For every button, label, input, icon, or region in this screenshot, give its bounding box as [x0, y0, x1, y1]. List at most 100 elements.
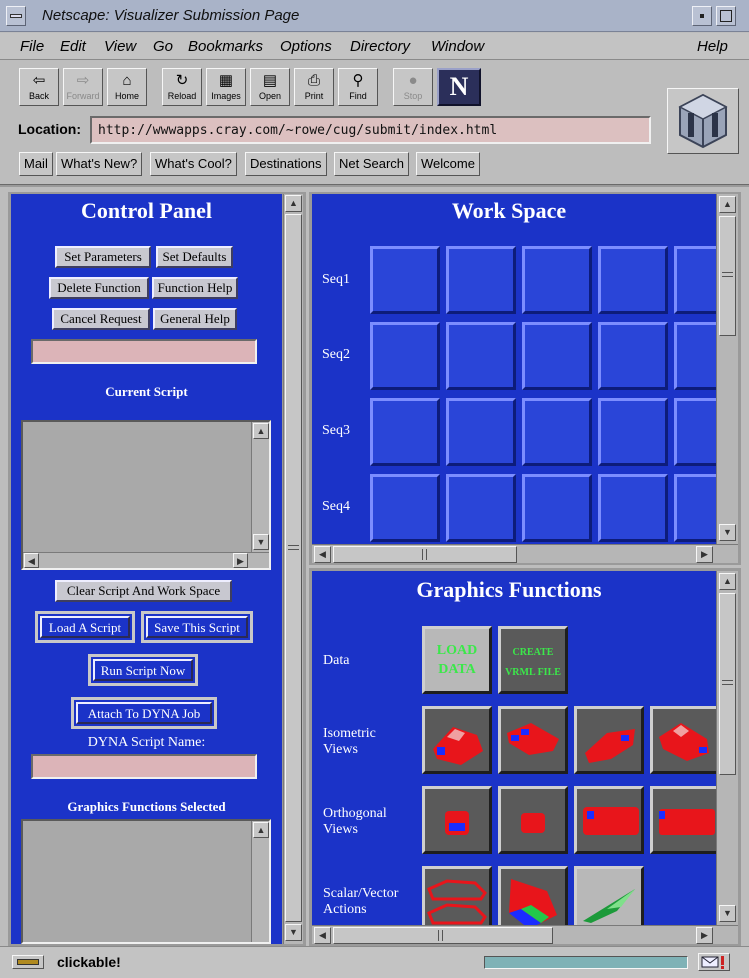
set-defaults-button[interactable]: Set Defaults [156, 246, 233, 268]
scroll-thumb[interactable] [333, 927, 553, 944]
top-view-tile[interactable] [574, 786, 644, 854]
work-space-vertical-scrollbar[interactable]: ▲ ▼ [716, 194, 738, 544]
function-help-button[interactable]: Function Help [152, 277, 238, 299]
scroll-left-arrow-icon[interactable]: ◀ [314, 546, 331, 563]
net-search-button[interactable]: Net Search [334, 152, 410, 176]
destinations-button[interactable]: Destinations [245, 152, 327, 176]
vector-plot-tile[interactable] [574, 866, 644, 925]
work-cell[interactable] [370, 246, 440, 314]
script-vertical-scrollbar[interactable]: ▲ ▼ [251, 422, 269, 552]
parameter-input[interactable] [31, 339, 257, 364]
scroll-thumb[interactable] [333, 546, 517, 563]
scroll-up-arrow-icon[interactable]: ▲ [285, 195, 302, 212]
clear-script-button[interactable]: Clear Script And Work Space [55, 580, 232, 602]
work-cell[interactable] [522, 398, 592, 466]
work-cell[interactable] [674, 398, 716, 466]
isometric-view-3-tile[interactable] [574, 706, 644, 774]
load-script-button[interactable]: Load A Script [35, 611, 135, 643]
scroll-down-arrow-icon[interactable]: ▼ [719, 905, 736, 922]
work-cell[interactable] [598, 398, 668, 466]
work-cell[interactable] [522, 322, 592, 390]
work-cell[interactable] [370, 474, 440, 542]
menu-options[interactable]: Options [280, 38, 332, 55]
menu-directory[interactable]: Directory [350, 38, 410, 55]
front-view-tile[interactable] [422, 786, 492, 854]
work-cell[interactable] [370, 322, 440, 390]
dyna-script-name-input[interactable] [31, 754, 257, 779]
menu-help[interactable]: Help [697, 38, 728, 55]
scroll-up-arrow-icon[interactable]: ▲ [253, 822, 269, 838]
scroll-right-arrow-icon[interactable]: ▶ [696, 546, 713, 563]
security-key-icon[interactable] [12, 955, 44, 969]
window-menu-icon[interactable] [6, 6, 26, 26]
work-cell[interactable] [674, 246, 716, 314]
menu-view[interactable]: View [104, 38, 136, 55]
work-cell[interactable] [446, 474, 516, 542]
location-url-input[interactable]: http://wwwapps.cray.com/~rowe/cug/submit… [90, 116, 651, 144]
menu-window[interactable]: Window [431, 38, 484, 55]
back-button[interactable]: ⇦ Back [19, 68, 59, 106]
forward-button[interactable]: ⇨ Forward [63, 68, 103, 106]
scroll-up-arrow-icon[interactable]: ▲ [253, 423, 269, 439]
work-cell[interactable] [522, 246, 592, 314]
work-cell[interactable] [446, 398, 516, 466]
graphics-selected-textarea[interactable]: ▲ [21, 819, 271, 944]
create-vrml-tile[interactable]: CREATE VRML FILE [498, 626, 568, 694]
reload-button[interactable]: ↻ Reload [162, 68, 202, 106]
scroll-right-arrow-icon[interactable]: ▶ [233, 553, 248, 568]
work-cell[interactable] [598, 246, 668, 314]
script-horizontal-scrollbar[interactable]: ◀ ▶ [23, 552, 269, 568]
menu-edit[interactable]: Edit [60, 38, 86, 55]
cancel-request-button[interactable]: Cancel Request [52, 308, 150, 330]
general-help-button[interactable]: General Help [153, 308, 237, 330]
scroll-right-arrow-icon[interactable]: ▶ [696, 927, 713, 944]
maximize-icon[interactable] [716, 6, 736, 26]
work-cell[interactable] [674, 474, 716, 542]
menu-bookmarks[interactable]: Bookmarks [188, 38, 263, 55]
home-button[interactable]: ⌂ Home [107, 68, 147, 106]
whats-new-button[interactable]: What's New? [56, 152, 143, 176]
scroll-left-arrow-icon[interactable]: ◀ [24, 553, 39, 568]
delete-function-button[interactable]: Delete Function [49, 277, 149, 299]
scroll-up-arrow-icon[interactable]: ▲ [719, 196, 736, 213]
work-cell[interactable] [446, 246, 516, 314]
welcome-button[interactable]: Welcome [416, 152, 480, 176]
fringe-plot-tile[interactable] [498, 866, 568, 925]
work-cell[interactable] [446, 322, 516, 390]
isometric-view-4-tile[interactable] [650, 706, 716, 774]
selected-vertical-scrollbar[interactable]: ▲ [251, 821, 269, 942]
load-data-tile[interactable]: LOAD DATA [422, 626, 492, 694]
save-script-button[interactable]: Save This Script [141, 611, 253, 643]
scroll-left-arrow-icon[interactable]: ◀ [314, 927, 331, 944]
scroll-down-arrow-icon[interactable]: ▼ [719, 524, 736, 541]
work-cell[interactable] [598, 474, 668, 542]
scroll-down-arrow-icon[interactable]: ▼ [285, 924, 302, 941]
control-panel-scrollbar[interactable]: ▲ ▼ [283, 194, 303, 944]
rear-view-tile[interactable] [498, 786, 568, 854]
mail-button[interactable]: Mail [19, 152, 53, 176]
set-parameters-button[interactable]: Set Parameters [55, 246, 151, 268]
work-cell[interactable] [674, 322, 716, 390]
print-button[interactable]: ⎙ Print [294, 68, 334, 106]
scroll-thumb[interactable] [719, 593, 736, 775]
work-cell[interactable] [598, 322, 668, 390]
mail-envelope-icon[interactable] [698, 953, 730, 971]
open-button[interactable]: ▤ Open [250, 68, 290, 106]
attach-dyna-job-button[interactable]: Attach To DYNA Job [71, 697, 217, 729]
deformed-shape-tile[interactable] [422, 866, 492, 925]
find-button[interactable]: ⚲ Find [338, 68, 378, 106]
scroll-up-arrow-icon[interactable]: ▲ [719, 573, 736, 590]
run-script-button[interactable]: Run Script Now [88, 654, 198, 686]
graphics-vertical-scrollbar[interactable]: ▲ ▼ [716, 571, 738, 925]
menu-go[interactable]: Go [153, 38, 173, 55]
scroll-thumb[interactable] [719, 216, 736, 336]
work-cell[interactable] [522, 474, 592, 542]
graphics-horizontal-scrollbar[interactable]: ◀ ▶ [312, 925, 738, 944]
isometric-view-2-tile[interactable] [498, 706, 568, 774]
window-title-bar[interactable]: Netscape: Visualizer Submission Page [0, 0, 749, 32]
whats-cool-button[interactable]: What's Cool? [150, 152, 237, 176]
stop-button[interactable]: ● Stop [393, 68, 433, 106]
netscape-logo-icon[interactable]: N [437, 68, 481, 106]
scroll-thumb[interactable] [285, 214, 302, 922]
side-view-tile[interactable] [650, 786, 716, 854]
